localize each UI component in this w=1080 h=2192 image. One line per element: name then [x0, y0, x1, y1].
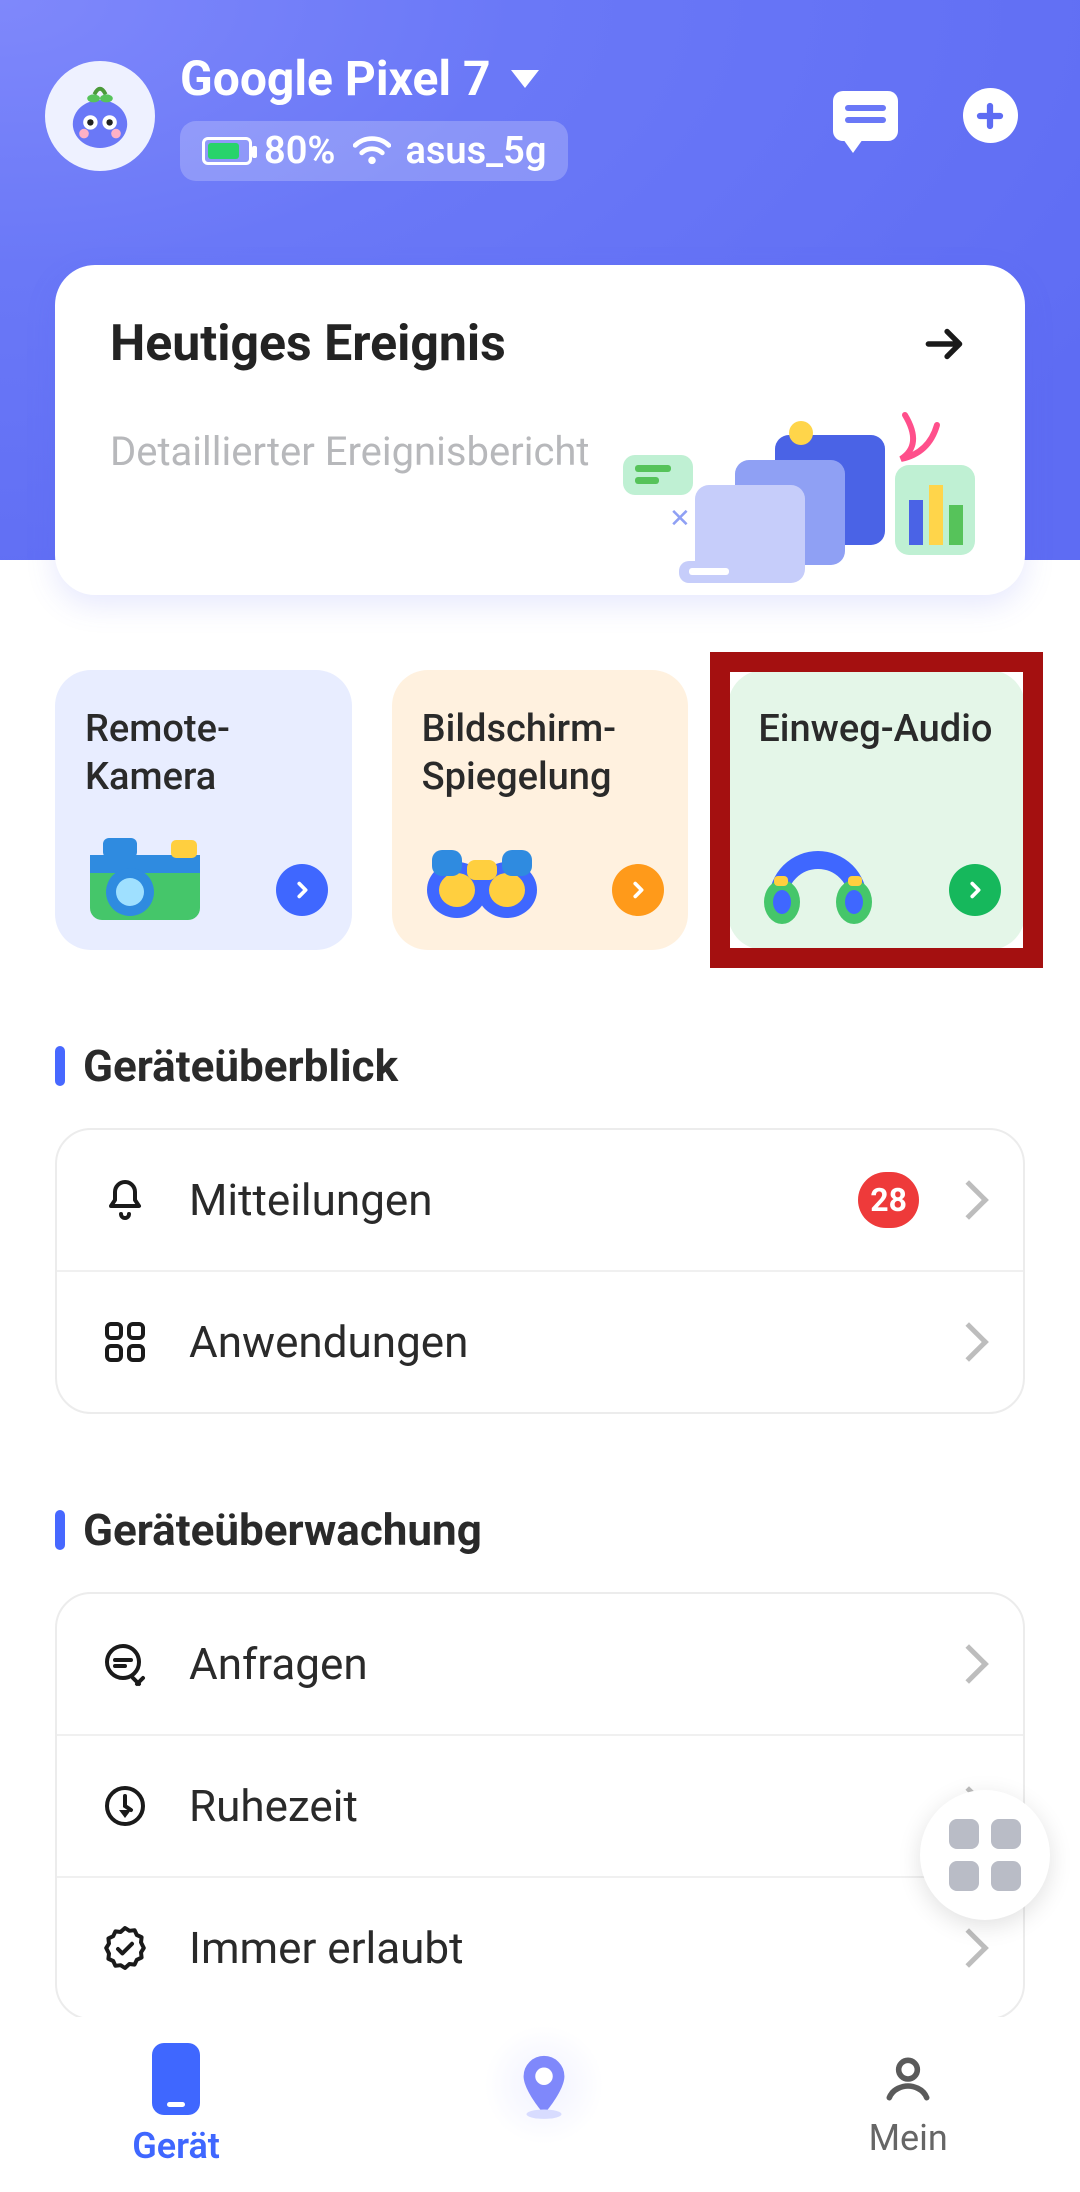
event-illustration-icon: ✕: [605, 405, 985, 585]
row-label: Anfragen: [189, 1638, 919, 1690]
row-applications[interactable]: Anwendungen: [57, 1270, 1023, 1412]
row-label: Anwendungen: [189, 1316, 919, 1368]
chevron-down-icon: [511, 70, 539, 88]
nav-location[interactable]: [484, 2025, 604, 2145]
badge-count: 28: [858, 1172, 919, 1228]
binoculars-icon: [412, 820, 552, 930]
nav-label: Mein: [869, 2117, 948, 2159]
svg-text:✕: ✕: [669, 504, 691, 534]
tile-one-way-audio[interactable]: Einweg-Audio: [728, 670, 1025, 950]
tile-label: Bildschirm-Spiegelung: [422, 706, 659, 801]
tile-go-button[interactable]: [612, 864, 664, 916]
device-name: Google Pixel 7: [180, 50, 491, 107]
clock-icon: [97, 1778, 153, 1834]
bottom-nav: Gerät Mein: [0, 2017, 1080, 2192]
user-icon: [880, 2051, 936, 2107]
section-monitoring-title: Geräteüberwachung: [55, 1504, 1025, 1556]
location-pin-icon: [509, 2050, 579, 2120]
nav-device[interactable]: Gerät: [132, 2043, 220, 2167]
section-bar-icon: [55, 1046, 65, 1086]
headphones-icon: [748, 820, 888, 930]
check-badge-icon: [97, 1920, 153, 1976]
device-column: Google Pixel 7 80% asus_5g: [180, 50, 830, 181]
body: Remote-Kamera Bildschirm-Spiegelung: [0, 670, 1080, 2180]
tile-remote-camera[interactable]: Remote-Kamera: [55, 670, 352, 950]
chevron-right-icon: [949, 1644, 989, 1684]
section-title-text: Geräteüberwachung: [83, 1504, 482, 1556]
row-label: Mitteilungen: [189, 1174, 822, 1226]
battery-percent: 80%: [264, 129, 335, 173]
plus-icon: [963, 88, 1018, 143]
requests-icon: [97, 1636, 153, 1692]
messages-button[interactable]: [830, 81, 900, 151]
camera-icon: [75, 820, 215, 930]
phone-icon: [152, 2043, 200, 2115]
tile-screen-mirroring[interactable]: Bildschirm-Spiegelung: [392, 670, 689, 950]
overview-panel: Mitteilungen 28 Anwendungen: [55, 1128, 1025, 1414]
row-quiet-time[interactable]: Ruhezeit: [57, 1734, 1023, 1876]
row-always-allowed[interactable]: Immer erlaubt: [57, 1876, 1023, 2018]
row-label: Immer erlaubt: [189, 1922, 919, 1974]
wifi-indicator: asus_5g: [353, 129, 546, 173]
nav-mine[interactable]: Mein: [869, 2051, 948, 2159]
apps-icon: [97, 1314, 153, 1370]
device-selector[interactable]: Google Pixel 7: [180, 50, 830, 107]
nav-label: Gerät: [132, 2125, 220, 2167]
event-title: Heutiges Ereignis: [110, 315, 506, 373]
grid-icon: [949, 1819, 1021, 1891]
header-actions: [830, 81, 1035, 151]
wifi-icon: [353, 136, 391, 166]
chevron-right-icon: [949, 1928, 989, 1968]
battery-icon: [202, 137, 252, 165]
row-requests[interactable]: Anfragen: [57, 1594, 1023, 1734]
section-overview-title: Geräteüberblick: [55, 1040, 1025, 1092]
floating-grid-button[interactable]: [920, 1790, 1050, 1920]
avatar-berry-icon: [60, 76, 140, 156]
row-notifications[interactable]: Mitteilungen 28: [57, 1130, 1023, 1270]
event-head: Heutiges Ereignis: [110, 315, 970, 373]
today-event-card[interactable]: Heutiges Ereignis Detaillierter Ereignis…: [55, 265, 1025, 595]
chat-icon: [833, 91, 898, 141]
battery-indicator: 80%: [202, 129, 335, 173]
section-bar-icon: [55, 1510, 65, 1550]
chevron-right-icon: [949, 1322, 989, 1362]
shortcut-tiles: Remote-Kamera Bildschirm-Spiegelung: [55, 670, 1025, 950]
row-label: Ruhezeit: [189, 1780, 919, 1832]
avatar[interactable]: [45, 61, 155, 171]
device-status: 80% asus_5g: [180, 121, 568, 181]
add-button[interactable]: [955, 81, 1025, 151]
header: Google Pixel 7 80% asus_5g: [0, 0, 1080, 560]
arrow-right-icon: [920, 319, 970, 369]
header-row: Google Pixel 7 80% asus_5g: [45, 50, 1035, 181]
bell-icon: [97, 1172, 153, 1228]
monitoring-panel: Anfragen Ruhezeit Immer erlaubt: [55, 1592, 1025, 2020]
tile-go-button[interactable]: [949, 864, 1001, 916]
wifi-ssid: asus_5g: [405, 129, 546, 173]
tile-label: Remote-Kamera: [85, 706, 322, 801]
section-title-text: Geräteüberblick: [83, 1040, 398, 1092]
chevron-right-icon: [949, 1180, 989, 1220]
tile-label: Einweg-Audio: [758, 706, 995, 754]
tile-go-button[interactable]: [276, 864, 328, 916]
